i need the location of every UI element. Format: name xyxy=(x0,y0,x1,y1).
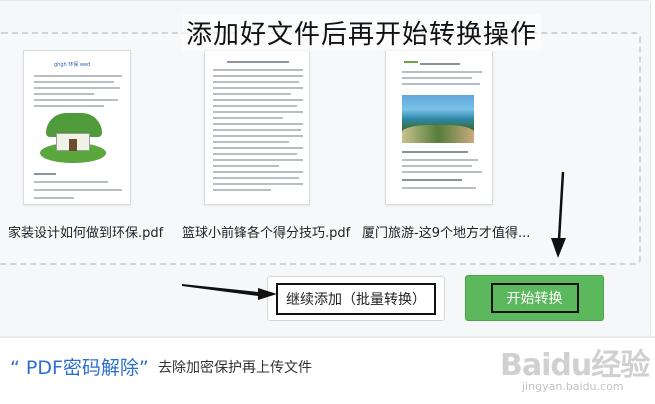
watermark-logo: Baidu经验 xyxy=(500,348,650,383)
pdf-password-title[interactable]: “ PDF密码解除” xyxy=(10,353,149,380)
baidu-watermark: Baidu经验 jingyan.baidu.com xyxy=(500,340,650,400)
watermark-url: jingyan.baidu.com xyxy=(522,380,624,393)
arrow-to-start-shaft xyxy=(557,171,565,241)
pdf-password-description: 去除加密保护再上传文件 xyxy=(158,360,312,376)
arrow-to-continue-icon xyxy=(182,284,277,300)
arrow-to-start-icon xyxy=(551,238,566,258)
